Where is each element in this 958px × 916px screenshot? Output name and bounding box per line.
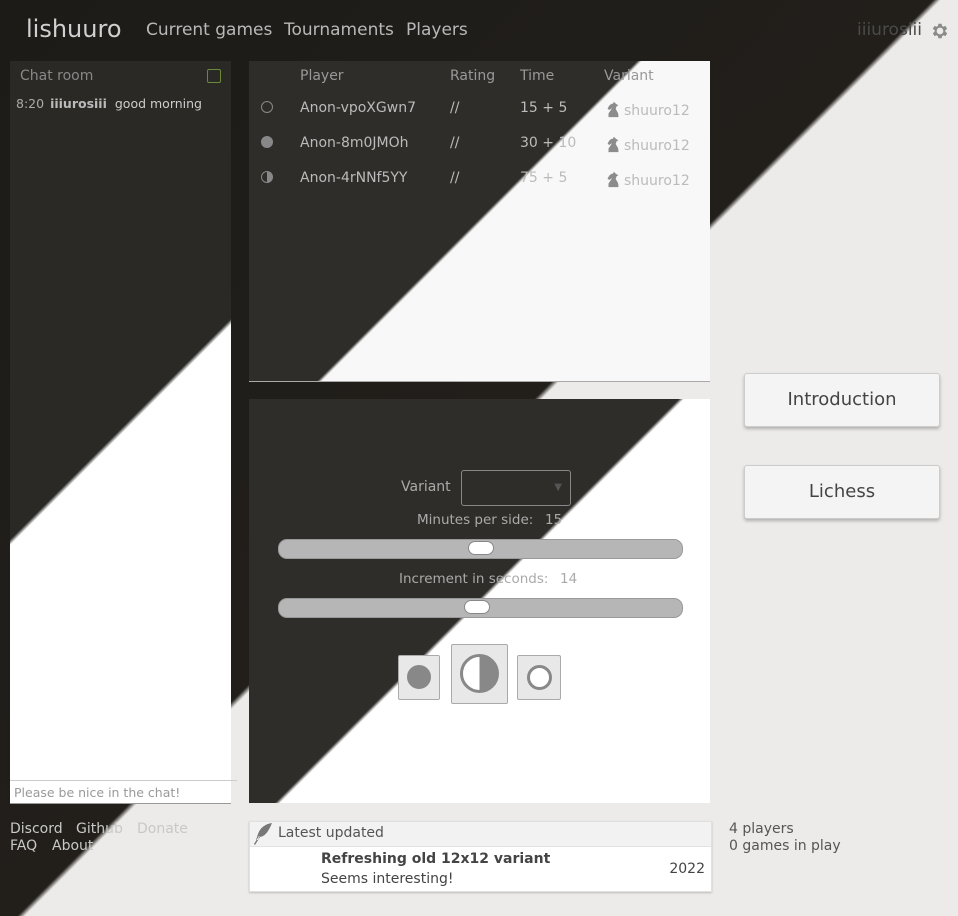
variant-select[interactable]: ▼ bbox=[461, 470, 571, 506]
chevron-down-icon: ▼ bbox=[554, 482, 562, 493]
chat-toggle-checkbox[interactable] bbox=[207, 69, 221, 83]
chat-message-time: 8:20 bbox=[16, 96, 45, 111]
seek-row[interactable]: Anon-4rNNf5YY // 75 + 5 shuuro12 bbox=[249, 161, 710, 196]
news-panel: Latest updated Refreshing old 12x12 vari… bbox=[249, 821, 712, 892]
seek-player: Anon-8m0JMOh bbox=[300, 135, 409, 151]
random-color-icon bbox=[261, 171, 273, 183]
minutes-slider-thumb[interactable] bbox=[468, 541, 494, 555]
minutes-value: 15 bbox=[545, 512, 563, 528]
minutes-label: Minutes per side: bbox=[417, 512, 534, 528]
seek-row[interactable]: Anon-8m0JMOh // 30 + 10 shuuro12 bbox=[249, 126, 710, 161]
column-header-player[interactable]: Player bbox=[300, 68, 344, 84]
black-color-icon bbox=[261, 136, 273, 148]
knight-icon bbox=[607, 101, 619, 118]
username-link[interactable]: iiiurosiii bbox=[857, 20, 922, 40]
seek-variant-name: shuuro12 bbox=[624, 138, 690, 154]
seek-player: Anon-vpoXGwn7 bbox=[300, 100, 416, 116]
seek-time: 30 + 10 bbox=[520, 135, 577, 151]
news-header-title: Latest updated bbox=[278, 825, 384, 841]
chat-message-text: good morning bbox=[114, 96, 202, 111]
seek-row[interactable]: Anon-vpoXGwn7 // 15 + 5 shuuro12 bbox=[249, 91, 710, 126]
chat-panel: Chat room 8:20 iiiurosiii good morning bbox=[10, 61, 237, 804]
feather-icon bbox=[254, 823, 272, 845]
donate-link[interactable]: Donate bbox=[137, 821, 188, 837]
chat-message-user[interactable]: iiiurosiii bbox=[50, 96, 107, 111]
increment-slider-thumb[interactable] bbox=[464, 600, 490, 614]
seek-time: 75 + 5 bbox=[520, 170, 568, 186]
black-circle-icon bbox=[407, 665, 431, 689]
play-white-button[interactable] bbox=[517, 655, 561, 700]
players-count: 4 players bbox=[729, 821, 794, 837]
news-item-year: 2022 bbox=[669, 861, 705, 877]
gear-icon[interactable] bbox=[930, 21, 950, 41]
introduction-button[interactable]: Introduction bbox=[744, 373, 940, 427]
seek-player: Anon-4rNNf5YY bbox=[300, 170, 408, 186]
white-color-icon bbox=[261, 101, 273, 113]
nav-current-games[interactable]: Current games bbox=[146, 20, 272, 40]
discord-link[interactable]: Discord bbox=[10, 821, 63, 837]
seek-variant: shuuro12 bbox=[604, 100, 690, 119]
news-item-title[interactable]: Refreshing old 12x12 variant bbox=[321, 851, 550, 867]
column-header-time[interactable]: Time bbox=[520, 68, 554, 84]
seeks-table: Player Rating Time Variant Anon-vpoXGwn7… bbox=[249, 61, 710, 382]
about-link[interactable]: About bbox=[52, 838, 93, 854]
increment-slider[interactable] bbox=[278, 598, 683, 618]
play-black-button[interactable] bbox=[398, 655, 440, 700]
seek-rating: // bbox=[450, 100, 460, 116]
increment-label: Increment in seconds: bbox=[399, 571, 549, 587]
chat-message: 8:20 iiiurosiii good morning bbox=[16, 96, 202, 111]
nav-tournaments[interactable]: Tournaments bbox=[284, 20, 394, 40]
seek-variant: shuuro12 bbox=[604, 170, 690, 189]
variant-label: Variant bbox=[401, 479, 451, 495]
github-link[interactable]: Github bbox=[76, 821, 123, 837]
seek-rating: // bbox=[450, 135, 460, 151]
news-item-description: Seems interesting! bbox=[321, 871, 454, 887]
knight-icon bbox=[607, 136, 619, 153]
chat-input[interactable] bbox=[10, 780, 237, 803]
minutes-slider[interactable] bbox=[278, 539, 683, 559]
nav-players[interactable]: Players bbox=[406, 20, 468, 40]
seek-time: 15 + 5 bbox=[520, 100, 568, 116]
seek-variant-name: shuuro12 bbox=[624, 103, 690, 119]
seek-rating: // bbox=[450, 170, 460, 186]
column-header-variant[interactable]: Variant bbox=[604, 68, 654, 84]
games-count: 0 games in play bbox=[729, 838, 841, 854]
white-circle-icon bbox=[527, 665, 552, 690]
increment-value: 14 bbox=[560, 571, 578, 587]
news-header: Latest updated bbox=[250, 822, 711, 847]
faq-link[interactable]: FAQ bbox=[10, 838, 37, 854]
column-header-rating[interactable]: Rating bbox=[450, 68, 495, 84]
play-random-button[interactable] bbox=[451, 644, 508, 704]
seek-variant: shuuro12 bbox=[604, 135, 690, 154]
knight-icon bbox=[607, 171, 619, 188]
create-seek-panel: Variant ▼ Minutes per side: 15 Increment… bbox=[249, 399, 710, 803]
half-circle-icon bbox=[460, 654, 499, 693]
lichess-button[interactable]: Lichess bbox=[744, 465, 940, 519]
site-logo[interactable]: lishuuro bbox=[26, 15, 122, 43]
seek-variant-name: shuuro12 bbox=[624, 173, 690, 189]
chat-title: Chat room bbox=[20, 68, 94, 84]
